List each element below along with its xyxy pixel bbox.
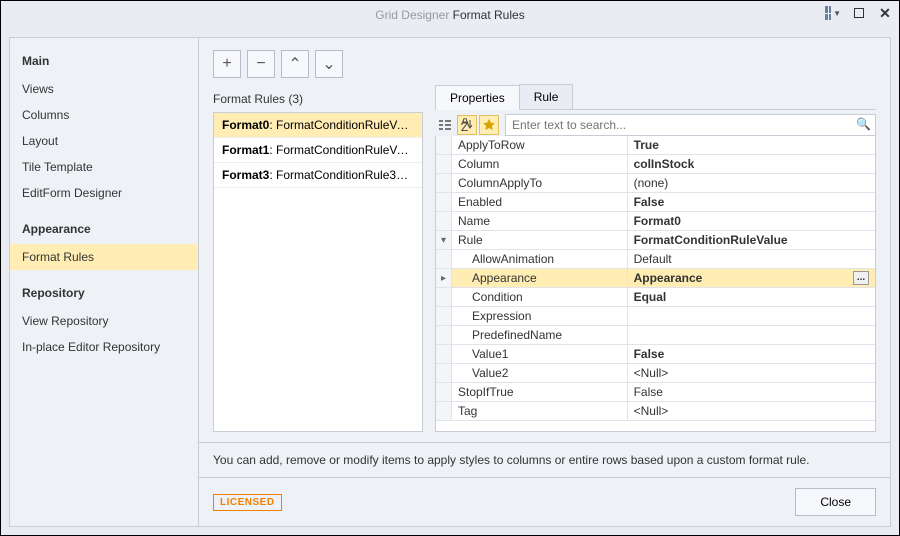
sidebar-item-layout[interactable]: Layout [10,128,198,154]
property-name: ApplyToRow [458,138,525,152]
add-button[interactable]: + [213,50,241,78]
bottom-bar: LICENSED Close [199,477,890,526]
property-row[interactable]: PredefinedName [436,326,875,345]
window-controls: ▼ ✕ [825,5,893,21]
search-input[interactable] [506,115,875,135]
licensed-badge: LICENSED [213,494,282,511]
sidebar-group-title: Main [10,48,198,76]
property-search[interactable]: 🔍 [505,114,876,136]
titlebar: Grid Designer Format Rules ▼ ✕ [1,1,899,29]
property-row[interactable]: ColumnApplyTo (none) [436,174,875,193]
property-toolbar: AZ 🔍 [435,114,876,136]
sidebar-item-views[interactable]: Views [10,76,198,102]
maximize-button[interactable] [851,5,867,21]
grid-designer-window: Grid Designer Format Rules ▼ ✕ MainViews… [0,0,900,536]
property-row[interactable]: Condition Equal [436,288,875,307]
property-value: FormatConditionRuleValue [634,233,788,247]
search-icon[interactable]: 🔍 [856,117,871,131]
property-row[interactable]: AllowAnimation Default [436,250,875,269]
sidebar-item-format-rules[interactable]: Format Rules [10,244,198,270]
sidebar-item-columns[interactable]: Columns [10,102,198,128]
close-icon: ✕ [879,5,891,22]
property-grid[interactable]: ApplyToRow True Column colInStock ColumnAppl… [435,136,876,432]
property-value: (none) [634,176,669,190]
property-name: Condition [472,290,523,304]
property-name: PredefinedName [472,328,562,342]
svg-text:Z: Z [461,120,468,132]
body: MainViewsColumnsLayoutTile TemplateEditF… [1,29,899,535]
property-row[interactable]: Value1 False [436,345,875,364]
property-value: True [634,138,659,152]
format-rules-list[interactable]: Format0: FormatConditionRuleValueFormat1… [213,112,423,432]
sidebar-item-view-repository[interactable]: View Repository [10,308,198,334]
sidebar-item-tile-template[interactable]: Tile Template [10,154,198,180]
property-name: Rule [458,233,483,247]
layout-icon-button[interactable]: ▼ [825,5,841,21]
property-name: Value2 [472,366,508,380]
main-panel: + − ⌃ ⌄ Format Rules (3) Format0: Format… [199,37,891,527]
sidebar: MainViewsColumnsLayoutTile TemplateEditF… [9,37,199,527]
property-value: <Null> [634,366,669,380]
property-row[interactable]: Name Format0 [436,212,875,231]
property-row[interactable]: Column colInStock [436,155,875,174]
tab-properties[interactable]: Properties [435,85,520,110]
title-prefix: Grid Designer [375,8,452,22]
list-item[interactable]: Format3: FormatConditionRule3ColorSc [214,163,422,188]
property-name: Value1 [472,347,508,361]
property-row[interactable]: Tag <Null> [436,402,875,421]
ellipsis-button[interactable]: ... [853,271,869,285]
remove-button[interactable]: − [247,50,275,78]
property-value: Equal [634,290,667,304]
property-name: Appearance [472,271,537,285]
format-rules-list-column: Format Rules (3) Format0: FormatConditio… [213,84,423,432]
property-row[interactable]: ▾RuleFormatConditionRuleValue [436,231,875,250]
property-value: Appearance [634,271,703,285]
property-row[interactable]: StopIfTrue False [436,383,875,402]
list-item[interactable]: Format0: FormatConditionRuleValue [214,113,422,138]
property-name: AllowAnimation [472,252,554,266]
list-item[interactable]: Format1: FormatConditionRuleValue [214,138,422,163]
property-name: ColumnApplyTo [458,176,542,190]
title-main: Format Rules [453,8,525,22]
property-name: Expression [472,309,531,323]
categorized-icon[interactable] [435,115,455,135]
property-name: Enabled [458,195,502,209]
close-window-button[interactable]: ✕ [877,5,893,21]
property-row[interactable]: ApplyToRow True [436,136,875,155]
move-up-button[interactable]: ⌃ [281,50,309,78]
property-name: Column [458,157,499,171]
property-value: False [634,195,665,209]
chevron-down-icon: ▼ [833,9,841,18]
property-value: <Null> [634,404,669,418]
property-name: Tag [458,404,477,418]
list-toolbar: + − ⌃ ⌄ [199,38,890,84]
property-row[interactable]: ▸AppearanceAppearance... [436,269,875,288]
tab-rule[interactable]: Rule [519,84,574,109]
property-value: colInStock [634,157,695,171]
list-header: Format Rules (3) [213,84,423,112]
alphabetical-icon[interactable]: AZ [457,115,477,135]
property-row[interactable]: Enabled False [436,193,875,212]
property-value: Default [634,252,672,266]
property-name: Name [458,214,490,228]
favorites-icon[interactable] [479,115,499,135]
sidebar-item-editform-designer[interactable]: EditForm Designer [10,180,198,206]
maximize-icon [854,8,864,18]
close-button[interactable]: Close [795,488,876,516]
property-value: Format0 [634,214,681,228]
sidebar-group-title: Appearance [10,216,198,244]
hint-text: You can add, remove or modify items to a… [199,442,890,477]
property-row[interactable]: Value2 <Null> [436,364,875,383]
property-name: StopIfTrue [458,385,514,399]
sidebar-item-in-place-editor-repository[interactable]: In-place Editor Repository [10,334,198,360]
property-value: False [634,385,663,399]
content-row: Format Rules (3) Format0: FormatConditio… [199,84,890,442]
tabs: PropertiesRule [435,84,876,110]
move-down-button[interactable]: ⌄ [315,50,343,78]
properties-column: PropertiesRule AZ 🔍 [435,84,876,432]
property-value: False [634,347,665,361]
sidebar-group-title: Repository [10,280,198,308]
property-row[interactable]: Expression [436,307,875,326]
